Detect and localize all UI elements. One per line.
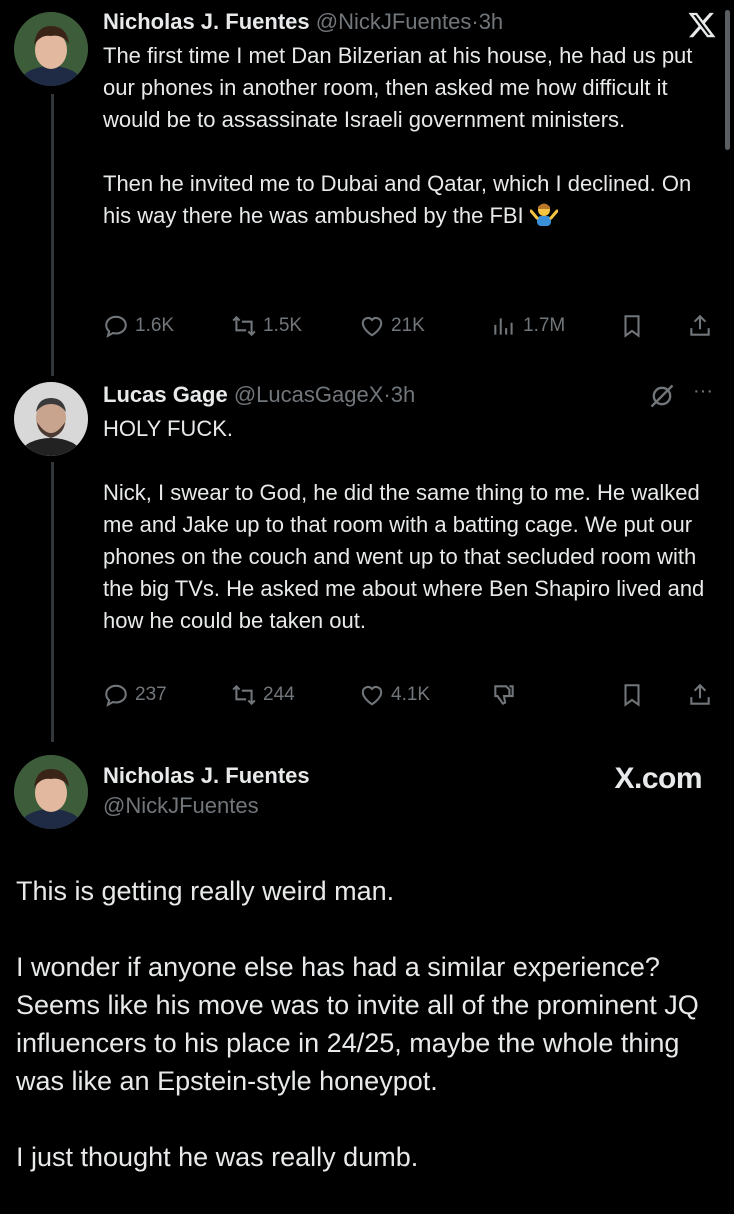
tweet-paragraph: Nick, I swear to God, he did the same th…: [103, 480, 705, 633]
username[interactable]: @LucasGageX: [234, 382, 384, 407]
share-button[interactable]: [687, 682, 713, 708]
like-button[interactable]: 4.1K: [359, 682, 430, 708]
repost-icon: [232, 315, 256, 337]
grok-icon[interactable]: [648, 382, 676, 415]
reply-count: 237: [135, 684, 167, 705]
reply-button[interactable]: 1.6K: [103, 313, 174, 339]
card-text: This is getting really weird man. I wond…: [16, 872, 716, 1214]
tweet-paragraph: The first time I met Dan Bilzerian at hi…: [103, 43, 693, 132]
share-button[interactable]: [687, 313, 713, 339]
tweet-text: HOLY FUCK. Nick, I swear to God, he did …: [103, 413, 723, 637]
reply-count: 1.6K: [135, 315, 175, 336]
bookmark-icon: [624, 684, 640, 707]
repost-button[interactable]: 1.5K: [231, 313, 302, 339]
card-header: Nicholas J. Fuentes @NickJFuentes: [103, 762, 310, 820]
repost-count: 244: [263, 684, 295, 705]
action-bar: 237 244 4.1K: [103, 680, 720, 710]
thread-line: [51, 94, 54, 376]
repost-button[interactable]: 244: [231, 682, 295, 708]
shrugging-person-emoji-icon: [529, 203, 558, 226]
like-count: 21K: [391, 315, 425, 336]
tweet-paragraph: HOLY FUCK.: [103, 416, 233, 441]
heart-icon: [361, 317, 383, 337]
username[interactable]: @NickJFuentes: [316, 9, 472, 34]
share-icon: [690, 683, 710, 705]
separator: ·: [471, 9, 479, 34]
display-name[interactable]: Nicholas J. Fuentes: [103, 9, 310, 34]
separator: ·: [383, 382, 391, 407]
heart-icon: [361, 686, 383, 706]
bookmark-icon: [624, 315, 640, 338]
views-button[interactable]: 1.7M: [491, 313, 565, 339]
share-icon: [690, 314, 710, 336]
card-paragraph: I wonder if anyone else has had a simila…: [16, 952, 699, 1096]
timestamp[interactable]: 3h: [391, 382, 415, 407]
avatar[interactable]: [14, 382, 88, 456]
tweet-text: The first time I met Dan Bilzerian at hi…: [103, 40, 723, 232]
avatar-image: [14, 382, 88, 456]
downvote-button[interactable]: [491, 682, 517, 708]
views-icon: [494, 318, 513, 335]
repost-count: 1.5K: [263, 315, 303, 336]
bookmark-button[interactable]: [619, 682, 645, 708]
tweet-header: Lucas Gage @LucasGageX·3h: [103, 381, 415, 409]
more-options-button[interactable]: ···: [693, 380, 713, 403]
username[interactable]: @NickJFuentes: [103, 792, 310, 820]
scrollbar[interactable]: [725, 10, 730, 150]
avatar[interactable]: [14, 755, 88, 829]
timestamp[interactable]: 3h: [479, 9, 503, 34]
reply-button[interactable]: 237: [103, 682, 167, 708]
thumbs-down-icon: [494, 685, 514, 705]
like-count: 4.1K: [391, 684, 431, 705]
display-name[interactable]: Nicholas J. Fuentes: [103, 762, 310, 790]
reply-icon: [105, 684, 127, 707]
tweet-header: Nicholas J. Fuentes @NickJFuentes·3h: [103, 8, 503, 36]
tweet-paragraph: Then he invited me to Dubai and Qatar, w…: [103, 171, 692, 228]
avatar[interactable]: [14, 12, 88, 86]
like-button[interactable]: 21K: [359, 313, 425, 339]
action-bar: 1.6K 1.5K 21K 1.7M: [103, 311, 720, 341]
display-name[interactable]: Lucas Gage: [103, 382, 228, 407]
brand-label: X.com: [614, 762, 702, 795]
card-paragraph: I just thought he was really dumb.: [16, 1142, 419, 1172]
card-paragraph: This is getting really weird man.: [16, 876, 395, 906]
thread-line: [51, 462, 54, 742]
bookmark-button[interactable]: [619, 313, 645, 339]
avatar-image: [14, 755, 88, 829]
reply-icon: [105, 315, 127, 338]
repost-icon: [232, 684, 256, 706]
avatar-image: [14, 12, 88, 86]
view-count: 1.7M: [523, 315, 566, 336]
